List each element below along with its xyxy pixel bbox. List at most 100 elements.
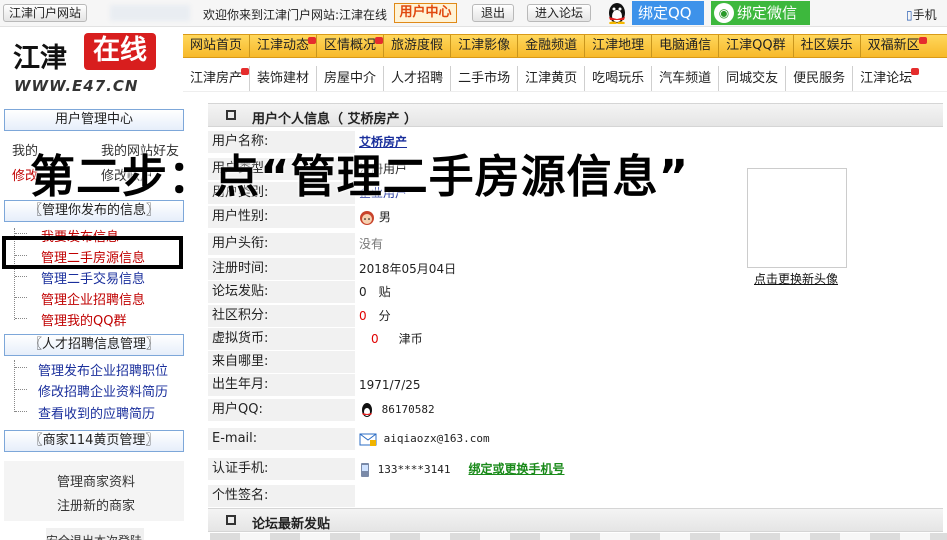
profile-row-label: 虚拟货币: bbox=[208, 328, 355, 350]
bind-qq-label: 绑定QQ bbox=[638, 4, 692, 22]
profile-row: 用户性别: 男 bbox=[208, 206, 648, 229]
profile-row: 个性签名: bbox=[208, 485, 943, 508]
secondary-nav-item[interactable]: 同城交友 bbox=[718, 66, 785, 91]
bind-phone-link[interactable]: 绑定或更换手机号 bbox=[468, 462, 564, 476]
blurred-area bbox=[110, 5, 190, 21]
primary-nav-item[interactable]: 双福新区 bbox=[859, 35, 927, 57]
primary-nav-item[interactable]: 江津动态 bbox=[249, 35, 317, 57]
secondary-nav-item-label: 房屋中介 bbox=[324, 71, 377, 86]
secondary-nav-item[interactable]: 汽车频道 bbox=[651, 66, 718, 91]
tree-tick bbox=[15, 318, 27, 319]
secondary-nav-item[interactable]: 人才招聘 bbox=[383, 66, 450, 91]
manage-job-info-link[interactable]: 管理企业招聘信息 bbox=[41, 289, 145, 308]
profile-row-value-text: aiqiaozx@163.com bbox=[383, 432, 490, 445]
welcome-text: 欢迎你来到江津门户网站:江津在线 bbox=[203, 8, 388, 22]
profile-row-value-text: 1971/7/25 bbox=[359, 378, 421, 392]
profile-row-label: 来自哪里: bbox=[208, 351, 355, 373]
secondary-nav-item-label: 同城交友 bbox=[726, 71, 779, 86]
secondary-nav-item-label: 江津房产 bbox=[190, 71, 243, 86]
forum-posts-preview bbox=[210, 533, 947, 540]
primary-nav-item[interactable]: 旅游度假 bbox=[383, 35, 450, 57]
primary-nav-item-label: 江津QQ群 bbox=[726, 38, 786, 53]
secondary-nav-item[interactable]: 江津黄页 bbox=[517, 66, 584, 91]
profile-row-value: 男 bbox=[359, 206, 648, 228]
primary-nav-item[interactable]: 江津影像 bbox=[450, 35, 517, 57]
primary-nav-item-label: 金融频道 bbox=[525, 38, 578, 53]
section-square-icon bbox=[226, 515, 236, 525]
profile-row-value: 86170582 bbox=[359, 399, 648, 421]
profile-row-label: E-mail: bbox=[208, 428, 355, 450]
profile-row-value bbox=[359, 351, 648, 373]
profile-row: 用户QQ: 86170582 bbox=[208, 399, 648, 422]
primary-nav-item[interactable]: 社区娱乐 bbox=[792, 35, 860, 57]
phone-icon: ▯ bbox=[906, 8, 913, 22]
secondary-nav-item[interactable]: 江津房产 bbox=[183, 66, 250, 91]
manage-second-hand-trade-link[interactable]: 管理二手交易信息 bbox=[41, 268, 145, 287]
secondary-nav-item[interactable]: 装饰建材 bbox=[249, 66, 316, 91]
site-home-link[interactable]: 江津门户网站 bbox=[3, 4, 88, 22]
primary-nav-item[interactable]: 区情概况 bbox=[316, 35, 384, 57]
secondary-nav-item[interactable]: 二手市场 bbox=[450, 66, 517, 91]
section-square-icon bbox=[226, 110, 236, 120]
secondary-nav: 江津房产 装饰建材 房屋中介 人才招聘 二手市场 江津黄页 吃喝玩乐 汽车频道 同城交友 便民服务… bbox=[183, 66, 947, 92]
bind-wechat-button[interactable]: ◉ 绑定微信 bbox=[711, 1, 810, 25]
enter-forum-button[interactable]: 进入论坛 bbox=[527, 4, 591, 22]
user-center-header[interactable]: 用户管理中心 bbox=[4, 109, 184, 131]
mobile-link[interactable]: ▯手机 bbox=[906, 6, 937, 23]
profile-row-label: 注册时间: bbox=[208, 258, 355, 280]
bind-qq-button[interactable]: 绑定QQ bbox=[632, 1, 704, 25]
profile-row-label: 认证手机: bbox=[208, 458, 355, 480]
primary-nav-item-label: 江津地理 bbox=[592, 38, 645, 53]
secondary-nav-item[interactable]: 江津论坛 bbox=[852, 66, 920, 91]
gender-male-avatar-icon bbox=[360, 210, 374, 225]
primary-nav-item[interactable]: 网站首页 bbox=[183, 35, 249, 57]
profile-title: 用户个人信息（ 艾桥房产 ） bbox=[252, 112, 418, 127]
profile-row-value-text: 86170582 bbox=[381, 403, 435, 416]
talent-header[interactable]: 〖人才招聘信息管理〗 bbox=[4, 334, 184, 356]
primary-nav-item-label: 双福新区 bbox=[867, 38, 920, 53]
profile-row-label: 论坛发贴: bbox=[208, 281, 355, 303]
secondary-nav-item-label: 二手市场 bbox=[458, 71, 511, 86]
manage-business-link[interactable]: 管理商家资料 bbox=[57, 471, 135, 490]
profile-row-value: 0贴 bbox=[359, 281, 648, 303]
profile-row-label: 社区积分: bbox=[208, 305, 355, 327]
secondary-nav-item[interactable]: 吃喝玩乐 bbox=[584, 66, 651, 91]
edit-company-resume-link[interactable]: 修改招聘企业资料简历 bbox=[38, 381, 168, 400]
top-bar: 江津门户网站 欢迎你来到江津门户网站:江津在线 用户中心 退出 进入论坛 绑定Q… bbox=[0, 0, 947, 27]
manage-qq-group-link[interactable]: 管理我的QQ群 bbox=[41, 310, 126, 329]
profile-row-unit: 津币 bbox=[398, 332, 423, 346]
secondary-nav-item-label: 江津论坛 bbox=[860, 71, 913, 86]
primary-nav-item-label: 江津动态 bbox=[257, 38, 310, 53]
profile-row-value-text: 2018年05月04日 bbox=[359, 262, 457, 276]
logout-button[interactable]: 退出 bbox=[472, 4, 514, 22]
profile-section-title: 用户个人信息（ 艾桥房产 ） bbox=[208, 103, 943, 127]
manage-job-posts-link[interactable]: 管理发布企业招聘职位 bbox=[38, 360, 168, 379]
safe-logout-link[interactable]: 安全退出本次登陆 bbox=[46, 532, 142, 540]
user-center-button[interactable]: 用户中心 bbox=[394, 3, 457, 23]
primary-nav-item[interactable]: 电脑通信 bbox=[651, 35, 718, 57]
hot-badge-icon bbox=[911, 68, 920, 75]
yellow-pages-header[interactable]: 〖商家114黄页管理〗 bbox=[4, 430, 184, 452]
hot-badge-icon bbox=[241, 68, 250, 75]
profile-row-unit: 贴 bbox=[378, 285, 391, 299]
profile-row: 社区积分: 0 分 bbox=[208, 305, 648, 328]
primary-nav-item-label: 江津影像 bbox=[458, 38, 511, 53]
secondary-nav-item-label: 便民服务 bbox=[793, 71, 846, 86]
secondary-nav-item-label: 吃喝玩乐 bbox=[592, 71, 645, 86]
change-avatar-link[interactable]: 点击更换新头像 bbox=[754, 270, 838, 287]
profile-row-label: 用户QQ: bbox=[208, 399, 355, 421]
tree-tick bbox=[15, 276, 27, 277]
avatar-box bbox=[747, 168, 847, 268]
tree-tick bbox=[15, 367, 27, 368]
secondary-nav-item[interactable]: 房屋中介 bbox=[316, 66, 383, 91]
profile-row: 来自哪里: bbox=[208, 351, 648, 374]
tree-tick bbox=[15, 297, 27, 298]
profile-row-value-text: 没有 bbox=[359, 237, 384, 251]
secondary-nav-item[interactable]: 便民服务 bbox=[785, 66, 852, 91]
register-business-link[interactable]: 注册新的商家 bbox=[57, 495, 135, 514]
primary-nav-item[interactable]: 金融频道 bbox=[517, 35, 584, 57]
primary-nav-item[interactable]: 江津QQ群 bbox=[718, 35, 792, 57]
view-applications-link[interactable]: 查看收到的应聘简历 bbox=[38, 403, 155, 422]
profile-row: 用户头衔: 没有 bbox=[208, 233, 648, 256]
primary-nav-item[interactable]: 江津地理 bbox=[584, 35, 651, 57]
